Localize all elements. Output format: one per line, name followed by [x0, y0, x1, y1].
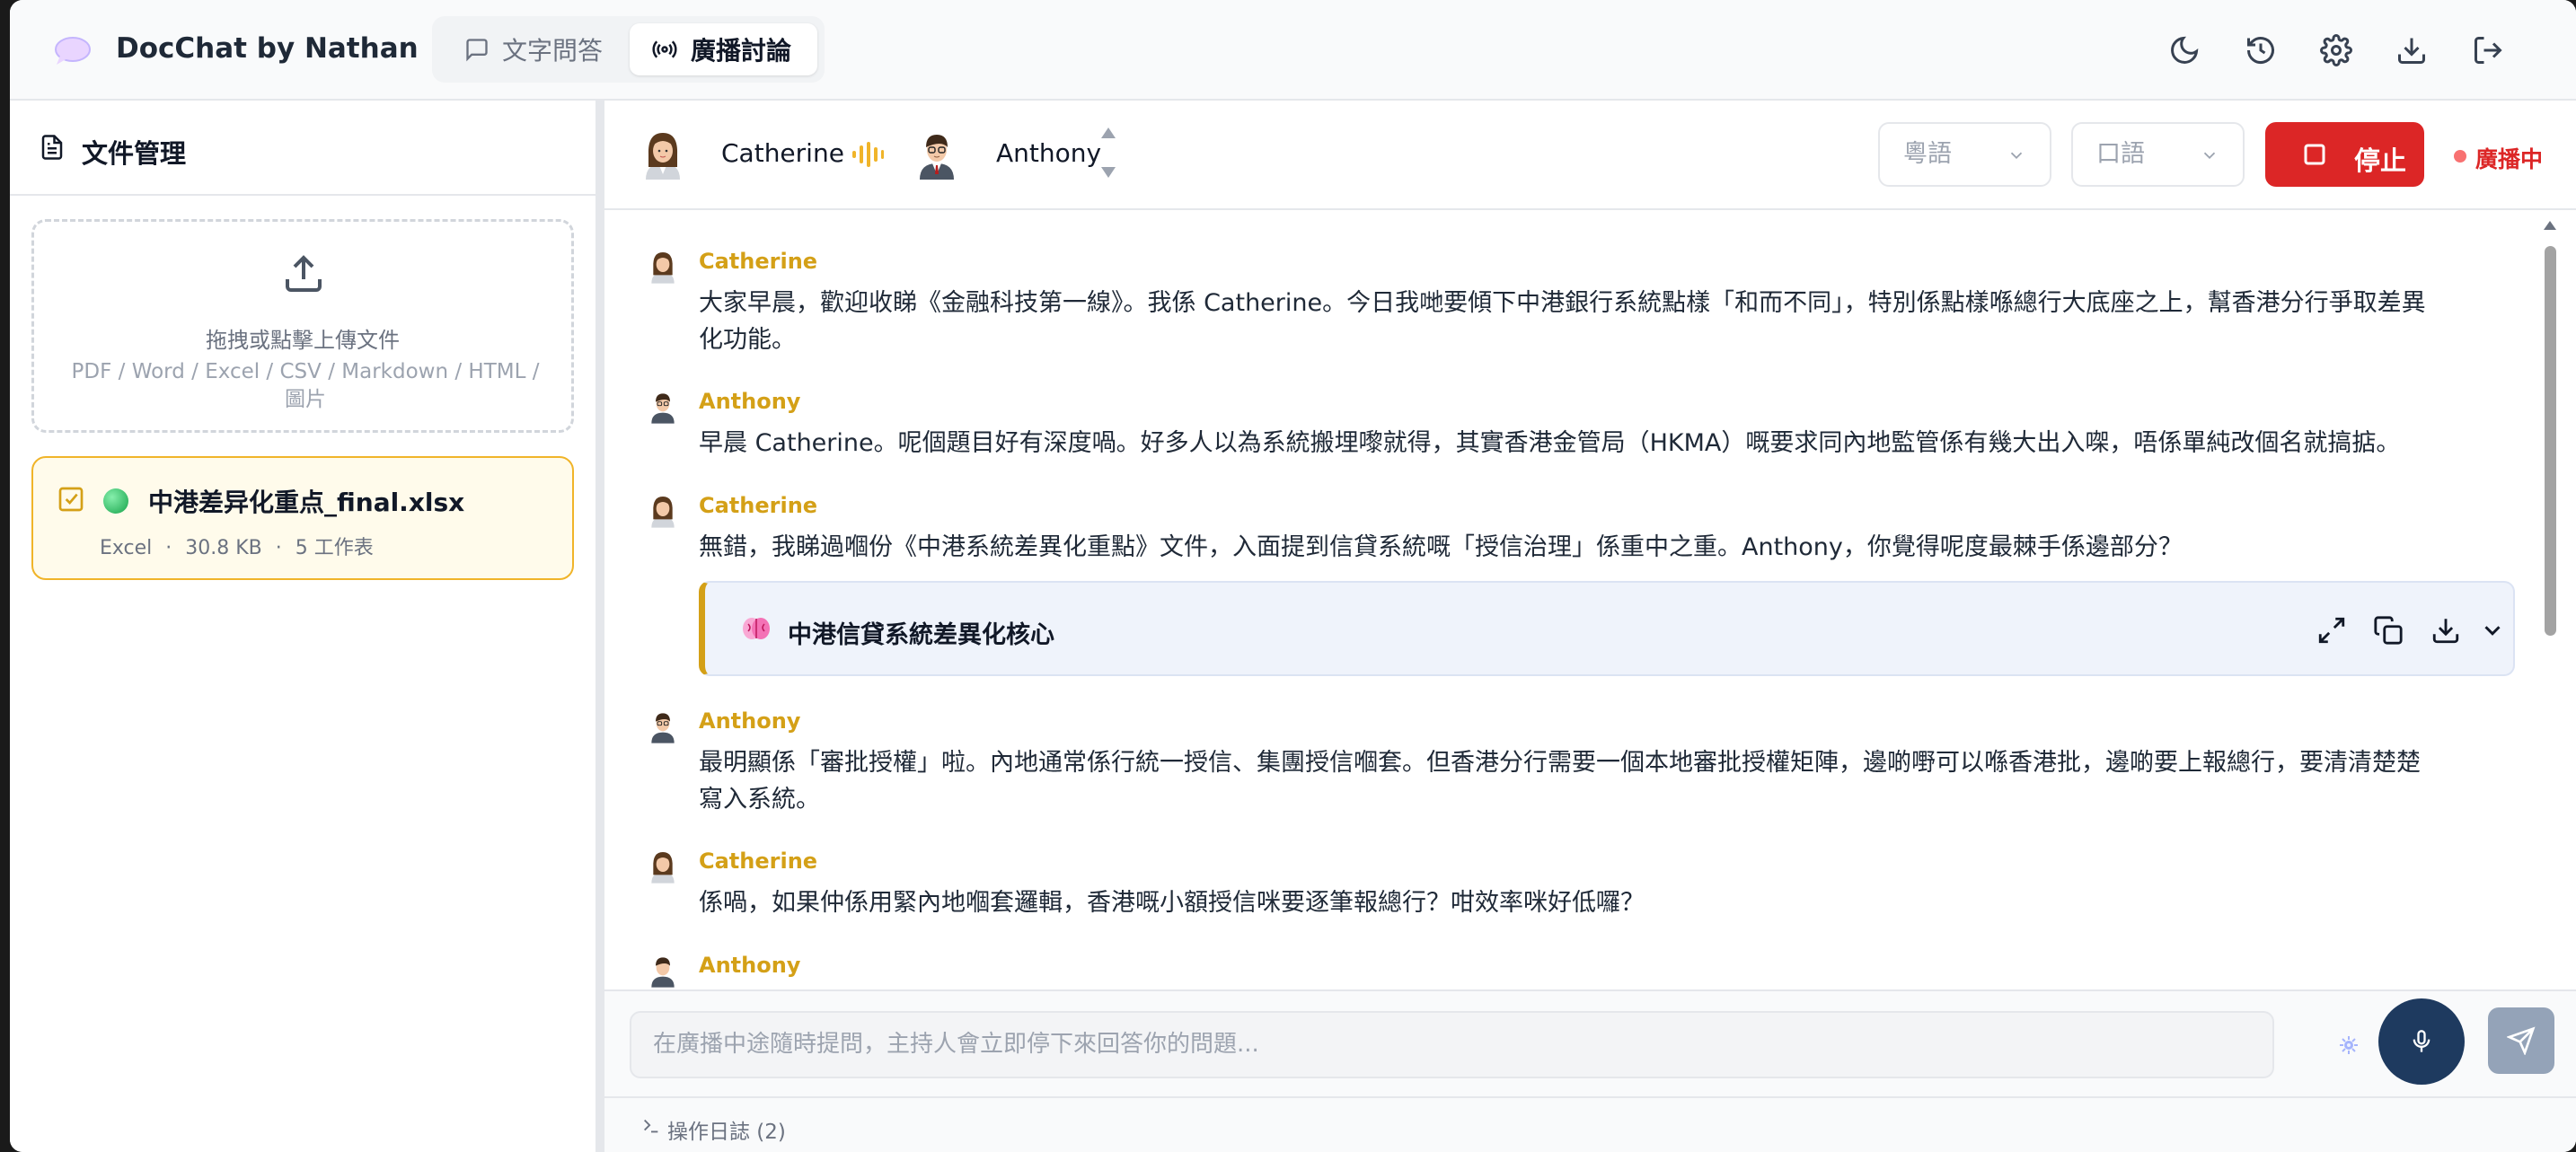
moon-icon[interactable]	[2168, 34, 2201, 66]
file-size: 30.8 KB	[185, 537, 262, 559]
message-text: 係喎，如果仲係用緊內地嗰套邏輯，香港嘅小額授信咪要逐筆報總行？咁效率咪好低囉？	[699, 889, 1645, 917]
broadcast-icon	[652, 40, 677, 58]
host-anthony-name: Anthony	[996, 138, 1102, 168]
tab-broadcast[interactable]: 廣播討論	[630, 23, 817, 75]
mic-button[interactable]	[2378, 998, 2465, 1085]
speaker-name: Anthony	[699, 708, 801, 734]
sparkle-settings-icon[interactable]	[2338, 1034, 2360, 1056]
gear-icon[interactable]	[2320, 34, 2352, 66]
copy-icon[interactable]	[2373, 615, 2404, 646]
brain-icon	[743, 618, 770, 639]
app-title: DocChat by Nathan	[116, 32, 419, 65]
sidebar: 文件管理 拖拽或點擊上傳文件 PDF / Word / Excel / CSV …	[10, 101, 595, 1152]
upload-icon	[286, 255, 322, 292]
mindmap-title: 中港信貸系統差異化核心	[788, 621, 1054, 649]
upload-hint: 拖拽或點擊上傳文件	[206, 328, 400, 353]
upload-dropzone[interactable]: 拖拽或點擊上傳文件 PDF / Word / Excel / CSV / Mar…	[31, 219, 574, 433]
catherine-avatar	[651, 252, 675, 284]
operation-log-bar[interactable]: 操作日誌 (2)	[604, 1096, 2576, 1152]
sidebar-title: 文件管理	[82, 138, 187, 169]
broadcast-status: 廣播中	[2475, 146, 2544, 172]
upload-formats: PDF / Word / Excel / CSV / Markdown / HT…	[71, 360, 540, 411]
language-select[interactable]: 粵語	[1878, 122, 2051, 187]
file-meta: Excel · 30.8 KB · 5 工作表	[100, 532, 374, 560]
app-window: DocChat by Nathan 文字問答 廣播討論 文件管理 拖拽或點擊上傳…	[10, 0, 2576, 1152]
speaking-wave-icon	[852, 142, 884, 167]
catherine-avatar	[651, 852, 675, 884]
anthony-avatar	[651, 713, 675, 743]
send-button[interactable]	[2488, 1007, 2554, 1074]
expand-icon[interactable]	[2316, 615, 2347, 646]
host-reorder-icon[interactable]	[1099, 126, 1117, 180]
sidebar-header: 文件管理	[10, 101, 595, 196]
host-catherine-name: Catherine	[721, 138, 844, 168]
send-icon	[2507, 1026, 2536, 1055]
history-icon[interactable]	[2245, 34, 2277, 66]
language-value: 粵語	[1903, 140, 1952, 168]
style-value: 口語	[2096, 140, 2145, 168]
catherine-avatar	[646, 133, 680, 180]
operation-log-label: 操作日誌 (2)	[667, 1121, 786, 1144]
download-icon[interactable]	[2430, 615, 2461, 646]
download-icon[interactable]	[2395, 34, 2428, 66]
message-text: 無錯，我睇過嗰份《中港系統差異化重點》文件，入面提到信貸系統嘅「授信治理」係重中…	[699, 533, 2183, 561]
file-status-dot	[103, 488, 128, 514]
mode-tabs: 文字問答 廣播討論	[432, 16, 825, 83]
sidebar-resize-handle[interactable]	[595, 101, 604, 1152]
stop-button[interactable]: 停止	[2265, 122, 2424, 187]
scroll-up-icon[interactable]	[2543, 219, 2557, 232]
top-header: DocChat by Nathan 文字問答 廣播討論	[10, 0, 2576, 101]
terminal-icon	[644, 1119, 658, 1133]
message-text: 大家早晨，歡迎收睇《金融科技第一線》。我係 Catherine。今日我哋要傾下中…	[699, 289, 2426, 354]
chevron-down-icon	[2203, 152, 2216, 160]
anthony-avatar	[920, 135, 954, 180]
file-card[interactable]: 中港差异化重点_final.xlsx Excel · 30.8 KB · 5 工…	[31, 456, 574, 580]
mindmap-card[interactable]: 中港信貸系統差異化核心	[699, 581, 2515, 676]
speaker-name: Anthony	[699, 953, 801, 978]
speaker-name: Catherine	[699, 493, 818, 518]
message-text: 最明顯係「審批授權」啦。內地通常係行統一授信、集團授信嗰套。但香港分行需要一個本…	[699, 749, 2421, 813]
tab-broadcast-label: 廣播討論	[691, 36, 792, 66]
style-select[interactable]: 口語	[2071, 122, 2245, 187]
live-dot	[2454, 150, 2466, 163]
chevron-down-icon	[2010, 152, 2023, 160]
meta-separator: ·	[275, 537, 282, 559]
anthony-avatar	[651, 957, 675, 988]
message-text: 早晨 Catherine。呢個題目好有深度喎。好多人以為系統搬埋嚟就得，其實香港…	[699, 429, 2401, 457]
logout-icon[interactable]	[2472, 34, 2504, 66]
question-input-bar: 在廣播中途隨時提問，主持人會立即停下來回答你的問題...	[604, 989, 2576, 1096]
scrollbar-thumb[interactable]	[2545, 246, 2556, 636]
checkbox-checked-icon[interactable]	[57, 485, 85, 514]
file-type: Excel	[100, 537, 153, 559]
stop-square-icon	[2304, 144, 2325, 165]
broadcast-toolbar: Catherine Anthony 粵語 口語 停止 廣播中	[604, 101, 2576, 210]
file-sheets: 5 工作表	[295, 537, 374, 559]
document-icon	[41, 135, 63, 160]
tab-text-qa[interactable]: 文字問答	[443, 23, 622, 75]
speaker-name: Anthony	[699, 389, 801, 414]
logo-icon	[55, 37, 91, 65]
main-panel: Catherine Anthony 粵語 口語 停止 廣播中 Catherine…	[604, 101, 2576, 1152]
anthony-avatar	[651, 393, 675, 424]
question-input[interactable]: 在廣播中途隨時提問，主持人會立即停下來回答你的問題...	[630, 1011, 2274, 1078]
messages-scrollbar[interactable]	[2539, 214, 2561, 1088]
speaker-name: Catherine	[699, 849, 818, 874]
meta-separator: ·	[165, 537, 172, 559]
chat-bubble-icon	[466, 39, 488, 62]
speaker-name: Catherine	[699, 249, 818, 274]
file-name: 中港差异化重点_final.xlsx	[148, 488, 465, 517]
chevron-down-icon[interactable]	[2479, 617, 2506, 644]
microphone-icon	[2413, 1030, 2430, 1052]
tab-text-qa-label: 文字問答	[502, 36, 604, 66]
catherine-avatar	[651, 497, 675, 528]
stop-label: 停止	[2354, 145, 2407, 176]
